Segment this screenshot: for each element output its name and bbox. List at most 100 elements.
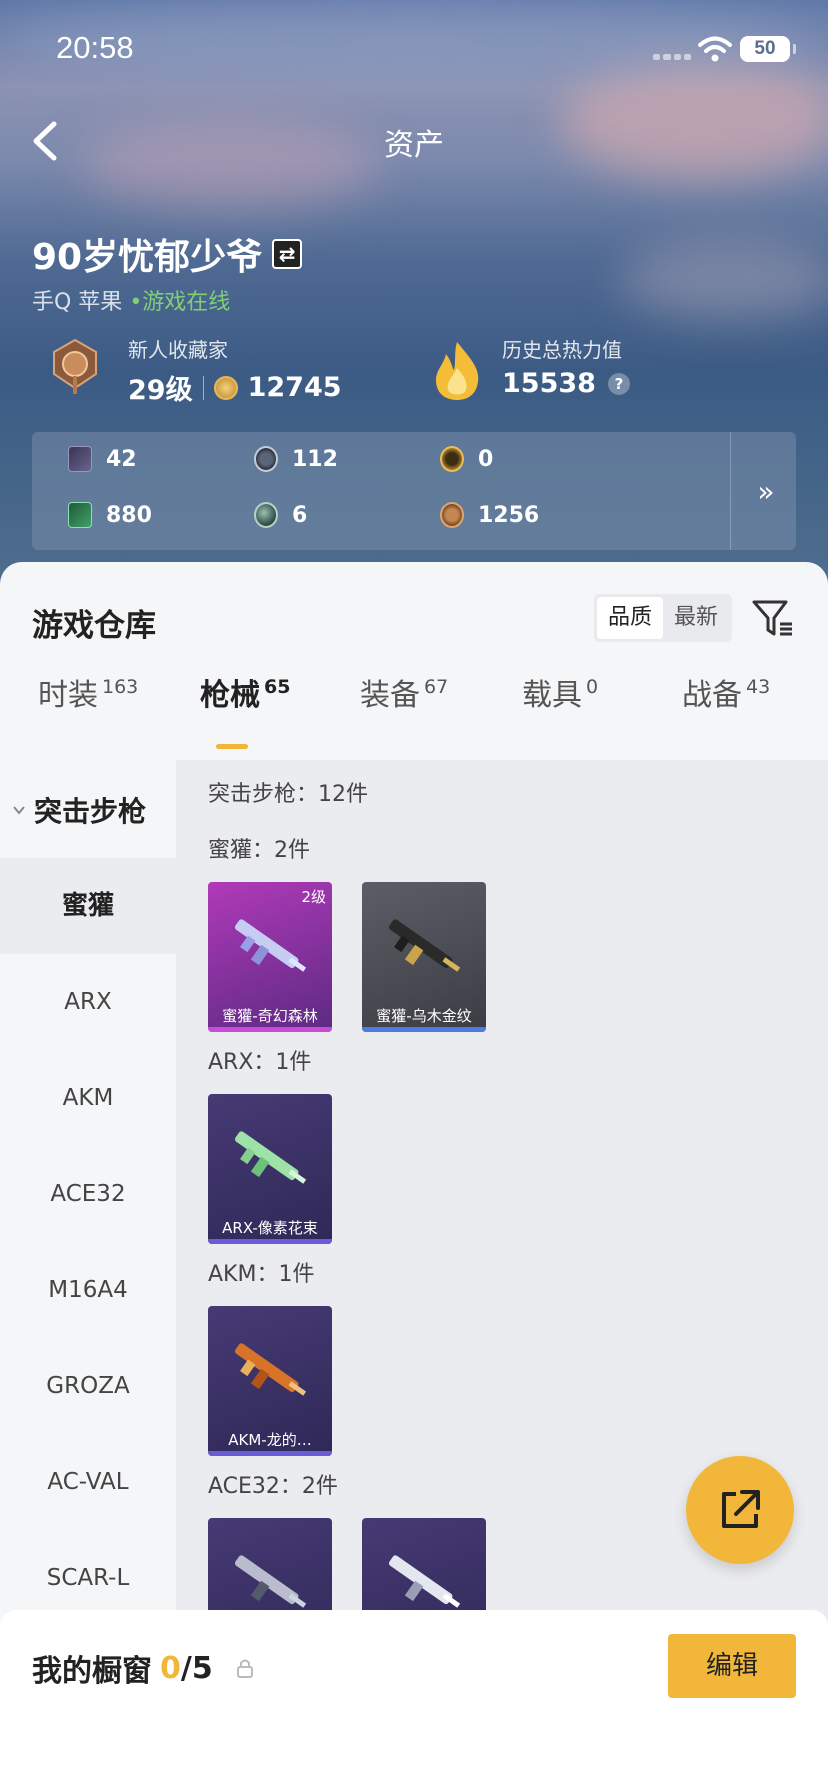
group-title: 蜜獾：2件	[208, 838, 310, 863]
collector-medal-icon	[53, 338, 97, 394]
tab-guns[interactable]: 枪械 65	[200, 670, 290, 714]
share-icon	[722, 1490, 760, 1528]
tab-count: 65	[264, 676, 291, 698]
tab-count: 43	[746, 676, 771, 698]
double-chevron-right-icon[interactable]: »	[746, 472, 786, 512]
active-tab-indicator	[216, 744, 248, 749]
wifi-icon	[698, 36, 732, 62]
heat-title: 历史总热力值	[502, 338, 622, 362]
resource-item: 42	[68, 446, 137, 472]
showcase-count: 0	[160, 1650, 181, 1686]
tab-label: 战备	[682, 678, 742, 713]
resource-item: 1256	[440, 502, 539, 528]
weapon-card[interactable]: 蜜獾-乌木金纹	[362, 882, 486, 1032]
weapon-card[interactable]: ARX-像素花束	[208, 1094, 332, 1244]
nav-item-honey-badger[interactable]: 蜜獾	[0, 858, 176, 954]
tab-supplies[interactable]: 战备 43	[682, 670, 770, 714]
group-title: ACE32：2件	[208, 1474, 338, 1499]
battery-icon: 50	[740, 36, 796, 62]
tab-equipment[interactable]: 装备 67	[360, 670, 448, 714]
divider	[730, 432, 731, 550]
chevron-down-icon	[13, 806, 25, 815]
rifle-icon	[234, 1343, 307, 1396]
green-card-icon	[68, 502, 92, 528]
nav-item-ace32[interactable]: ACE32	[0, 1146, 176, 1242]
collector-level: 29级 12745	[128, 368, 342, 407]
collection-points-icon	[213, 375, 238, 400]
nav-item-m16a4[interactable]: M16A4	[0, 1242, 176, 1338]
resource-value: 6	[292, 502, 308, 528]
showcase-title: 我的橱窗 0/5	[32, 1646, 255, 1690]
category-label: 突击步枪	[34, 795, 147, 828]
rifle-icon	[234, 1131, 307, 1184]
resource-value: 112	[292, 446, 338, 472]
collection-points: 12745	[247, 372, 342, 403]
group-title: ARX：1件	[208, 1050, 312, 1075]
warehouse-title: 游戏仓库	[32, 608, 156, 644]
divider	[202, 375, 204, 400]
sort-latest[interactable]: 最新	[663, 597, 729, 639]
showcase-bar: 我的橱窗 0/5 编辑	[0, 1610, 828, 1792]
weapon-card[interactable]: 2级 蜜獾-奇幻森林	[208, 882, 332, 1032]
level-text: 29级	[128, 375, 193, 406]
orb-icon	[254, 502, 278, 528]
weapon-name: AKM-龙的…	[228, 1431, 312, 1449]
resource-value: 1256	[478, 502, 540, 528]
sort-toggle[interactable]: 品质 最新	[594, 594, 732, 642]
resource-panel[interactable]: 42 112 0 880 6 1256 »	[32, 432, 796, 550]
tab-label: 枪械	[200, 678, 260, 713]
coupon-icon	[440, 446, 464, 472]
page-title: 资产	[384, 128, 444, 163]
rarity-bar	[208, 1451, 332, 1456]
token-icon	[254, 446, 278, 472]
user-name: 90岁忧郁少爷 ⇄	[32, 228, 303, 280]
resource-item: 0	[440, 446, 493, 472]
tab-count: 163	[102, 676, 139, 698]
resource-item: 112	[254, 446, 338, 472]
group-title: AKM：1件	[208, 1262, 315, 1287]
category-summary: 突击步枪：12件	[208, 782, 368, 807]
tab-label: 时装	[38, 678, 98, 713]
online-dot-icon: •	[129, 290, 143, 315]
platform-text: 手Q 苹果	[32, 290, 123, 315]
weapon-card[interactable]: AKM-龙的…	[208, 1306, 332, 1456]
nav-item-ac-val[interactable]: AC-VAL	[0, 1434, 176, 1530]
tab-count: 67	[424, 676, 449, 698]
profile-header: 20:58 50 资产 90岁忧郁少爷 ⇄ 手Q 苹果 •游戏在线 新人收藏家 …	[0, 0, 828, 620]
filter-icon[interactable]	[750, 596, 794, 640]
warehouse-panel: 游戏仓库 品质 最新 时装 163 枪械 65 装备 67 载具 0 战备 43 突击步枪…	[0, 562, 828, 1792]
rarity-bar	[208, 1027, 332, 1032]
share-button[interactable]	[686, 1456, 794, 1564]
category-header[interactable]: 突击步枪	[12, 790, 146, 830]
sort-quality[interactable]: 品质	[597, 597, 663, 639]
nav-item-akm[interactable]: AKM	[0, 1050, 176, 1146]
heat-value: 15538	[502, 368, 596, 399]
rifle-icon	[388, 919, 461, 972]
tab-vehicles[interactable]: 载具 0	[522, 670, 598, 714]
heat-value-row: 15538 ?	[502, 368, 630, 399]
card-icon	[68, 446, 92, 472]
help-icon[interactable]: ?	[607, 372, 630, 395]
online-status: 游戏在线	[142, 290, 231, 315]
collector-title: 新人收藏家	[128, 338, 228, 362]
user-platform: 手Q 苹果 •游戏在线	[32, 284, 230, 316]
resource-value: 42	[106, 446, 137, 472]
switch-account-icon[interactable]: ⇄	[272, 239, 303, 269]
tab-label: 装备	[360, 678, 420, 713]
showcase-label: 我的橱窗	[32, 1654, 152, 1689]
rifle-icon	[234, 919, 307, 972]
cellular-signal-icon	[653, 54, 691, 60]
user-name-text: 90岁忧郁少爷	[32, 237, 263, 278]
edit-button[interactable]: 编辑	[668, 1634, 796, 1698]
resource-value: 880	[106, 502, 152, 528]
nav-item-arx[interactable]: ARX	[0, 954, 176, 1050]
tab-fashion[interactable]: 时装 163	[38, 670, 138, 714]
resource-item: 880	[68, 502, 152, 528]
resource-value: 0	[478, 446, 494, 472]
tab-count: 0	[586, 676, 599, 698]
nav-item-groza[interactable]: GROZA	[0, 1338, 176, 1434]
skin-level: 2级	[301, 888, 326, 906]
weapon-name: 蜜獾-乌木金纹	[376, 1007, 472, 1025]
lock-icon	[236, 1659, 253, 1678]
tab-label: 载具	[522, 678, 582, 713]
